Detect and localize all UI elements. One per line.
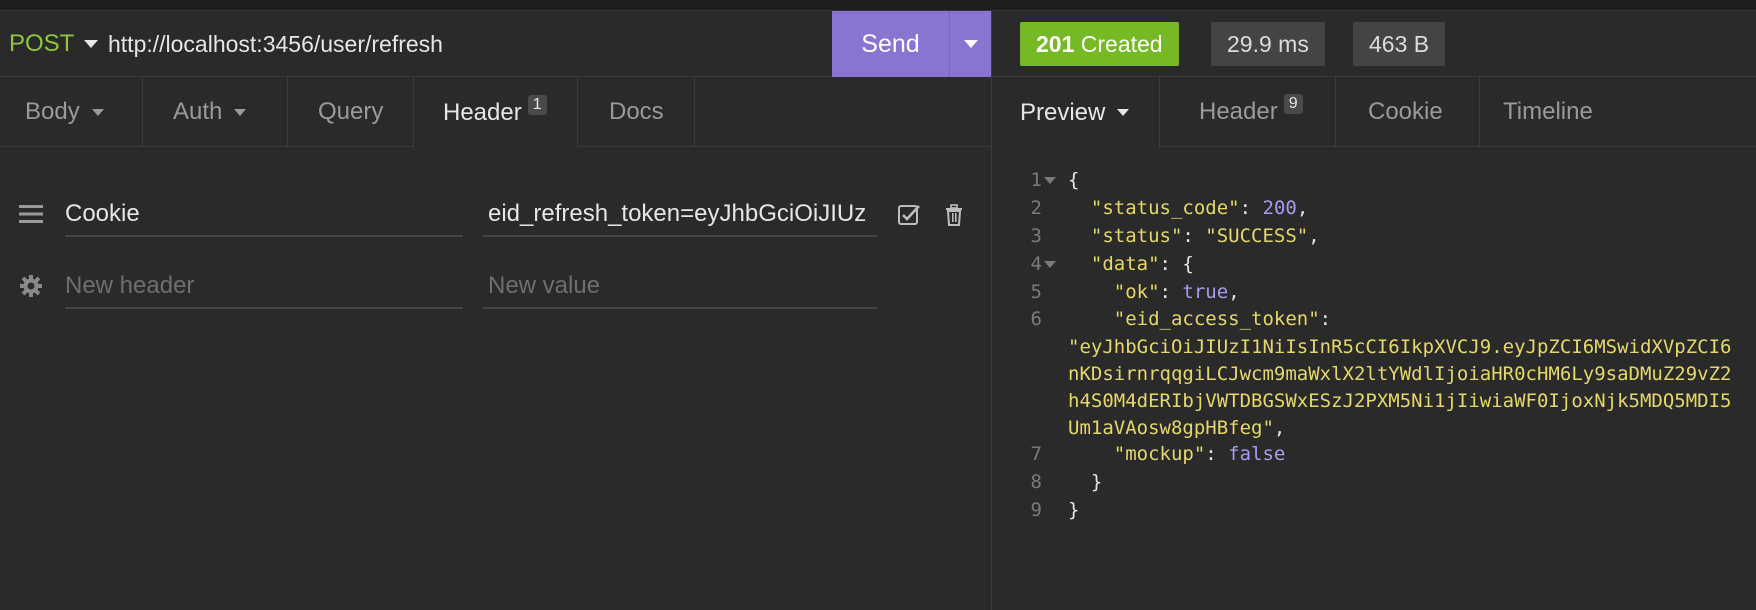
request-pane: POST http://localhost:3456/user/refresh … — [0, 11, 991, 610]
json-string: "SUCCESS" — [1205, 225, 1309, 247]
json-key: "eid_access_token" — [1113, 308, 1320, 330]
response-pane: 201 Created 29.9 ms 463 B Preview Header… — [992, 11, 1756, 610]
line-number: 3 — [1030, 225, 1042, 247]
code-line: "ok": true, — [1113, 281, 1240, 303]
send-button[interactable]: Send — [832, 11, 949, 77]
json-number: 200 — [1262, 197, 1297, 219]
trash-icon[interactable] — [942, 203, 966, 227]
code-line: "status": "SUCCESS", — [1090, 225, 1320, 247]
status-code: 201 — [1036, 31, 1075, 57]
json-token-line: nKDsirnrqqgiLCJwcm9maWxlX2ltYWdlIjoiaHR0… — [1068, 363, 1732, 385]
tab-divider — [142, 77, 143, 147]
tab-docs[interactable]: Docs — [609, 77, 664, 147]
method-label: POST — [9, 30, 75, 57]
json-key: "mockup" — [1113, 443, 1206, 465]
json-token-line: h4S0M4dERIbjVWTDBGSWxESzJ2PXM5Ni1jIiwiaW… — [1068, 390, 1732, 412]
tab-label: Preview — [1020, 98, 1106, 126]
status-badge: 201 Created — [1020, 22, 1179, 66]
code-line: "data": { — [1090, 253, 1194, 275]
tab-label: Query — [318, 98, 384, 125]
line-number: 8 — [1030, 471, 1042, 493]
window-top-strip — [0, 0, 1756, 11]
new-value-input[interactable]: New value — [483, 263, 877, 309]
response-tabs: Preview Header 9 Cookie Timeline — [992, 77, 1756, 148]
header-row: Cookie eid_refresh_token=eyJhbGciOiJIUz — [0, 181, 991, 247]
tab-body[interactable]: Body — [25, 77, 104, 147]
chevron-down-icon — [84, 40, 99, 48]
fold-arrow-icon[interactable] — [1044, 177, 1056, 184]
code-line: } — [1068, 471, 1103, 493]
chevron-down-icon — [1117, 109, 1130, 116]
tab-divider — [287, 77, 288, 147]
json-key: "status" — [1090, 225, 1183, 247]
code-line: } — [1068, 499, 1080, 521]
code-line: Um1aVAosw8gpHBfeg", — [1068, 417, 1286, 439]
chevron-down-icon — [91, 108, 104, 116]
gear-icon[interactable] — [18, 274, 44, 298]
code-line: "status_code": 200, — [1090, 197, 1309, 219]
response-status-bar: 201 Created 29.9 ms 463 B — [992, 11, 1756, 77]
header-count-badge: 9 — [1283, 94, 1303, 114]
line-number: 9 — [1030, 499, 1042, 521]
json-token-line: Um1aVAosw8gpHBfeg" — [1068, 417, 1274, 439]
tab-cookie[interactable]: Cookie — [1368, 77, 1443, 147]
header-count-badge: 1 — [527, 94, 547, 115]
fold-arrow-icon[interactable] — [1044, 261, 1056, 268]
tab-label: Docs — [609, 98, 664, 125]
json-key: "ok" — [1113, 281, 1160, 303]
json-boolean: true — [1182, 281, 1229, 303]
status-text: Created — [1080, 31, 1163, 57]
checkbox-checked-icon[interactable] — [897, 203, 921, 227]
line-number: 2 — [1030, 197, 1042, 219]
tab-label: Header — [1199, 98, 1278, 125]
new-header-row: New header New value — [0, 253, 991, 319]
tab-label: Timeline — [1503, 98, 1593, 125]
chevron-down-icon — [234, 108, 247, 116]
line-number: 1 — [1030, 169, 1042, 191]
header-name-field[interactable]: Cookie — [65, 191, 463, 237]
code-line: "eid_access_token": — [1113, 308, 1332, 330]
header-value-field[interactable]: eid_refresh_token=eyJhbGciOiJIUz — [483, 191, 877, 237]
json-key: "status_code" — [1090, 197, 1240, 219]
tab-response-header[interactable]: Header 9 — [1199, 77, 1303, 147]
drag-handle-icon[interactable] — [18, 202, 44, 226]
method-selector[interactable]: POST — [9, 11, 99, 77]
json-token-line: "eyJhbGciOiJIUzI1NiIsInR5cCI6IkpXVCJ9.ey… — [1068, 336, 1732, 358]
code-line: { — [1068, 169, 1080, 191]
send-options-button[interactable] — [949, 11, 991, 77]
tab-divider — [1479, 77, 1480, 147]
url-bar: POST http://localhost:3456/user/refresh … — [0, 11, 991, 77]
json-key: "data" — [1090, 253, 1160, 275]
tab-label: Cookie — [1368, 98, 1443, 125]
response-time-badge: 29.9 ms — [1211, 22, 1325, 66]
json-boolean: false — [1228, 443, 1286, 465]
line-number: 5 — [1030, 281, 1042, 303]
tab-header[interactable]: Header 1 — [413, 77, 578, 148]
tab-divider — [1335, 77, 1336, 147]
url-input[interactable]: http://localhost:3456/user/refresh — [108, 11, 443, 77]
request-tabs: Body Auth Query Header 1 Docs — [0, 77, 991, 148]
tab-label: Body — [25, 98, 80, 125]
code-line: "mockup": false — [1113, 443, 1286, 465]
line-number: 7 — [1030, 443, 1042, 465]
tab-query[interactable]: Query — [318, 77, 383, 147]
tab-auth[interactable]: Auth — [173, 77, 247, 147]
chevron-down-icon — [963, 40, 978, 48]
tab-divider — [694, 77, 695, 147]
line-number: 4 — [1030, 253, 1042, 275]
line-number: 6 — [1030, 308, 1042, 330]
response-body-viewer[interactable]: 1 2 3 4 5 6 7 8 9 { "status_code": 200, … — [992, 153, 1756, 593]
tab-label: Auth — [173, 98, 223, 125]
response-size-badge: 463 B — [1353, 22, 1446, 66]
tab-preview[interactable]: Preview — [992, 77, 1161, 148]
new-header-input[interactable]: New header — [65, 263, 463, 309]
tab-timeline[interactable]: Timeline — [1503, 77, 1593, 147]
tab-label: Header — [443, 98, 522, 126]
